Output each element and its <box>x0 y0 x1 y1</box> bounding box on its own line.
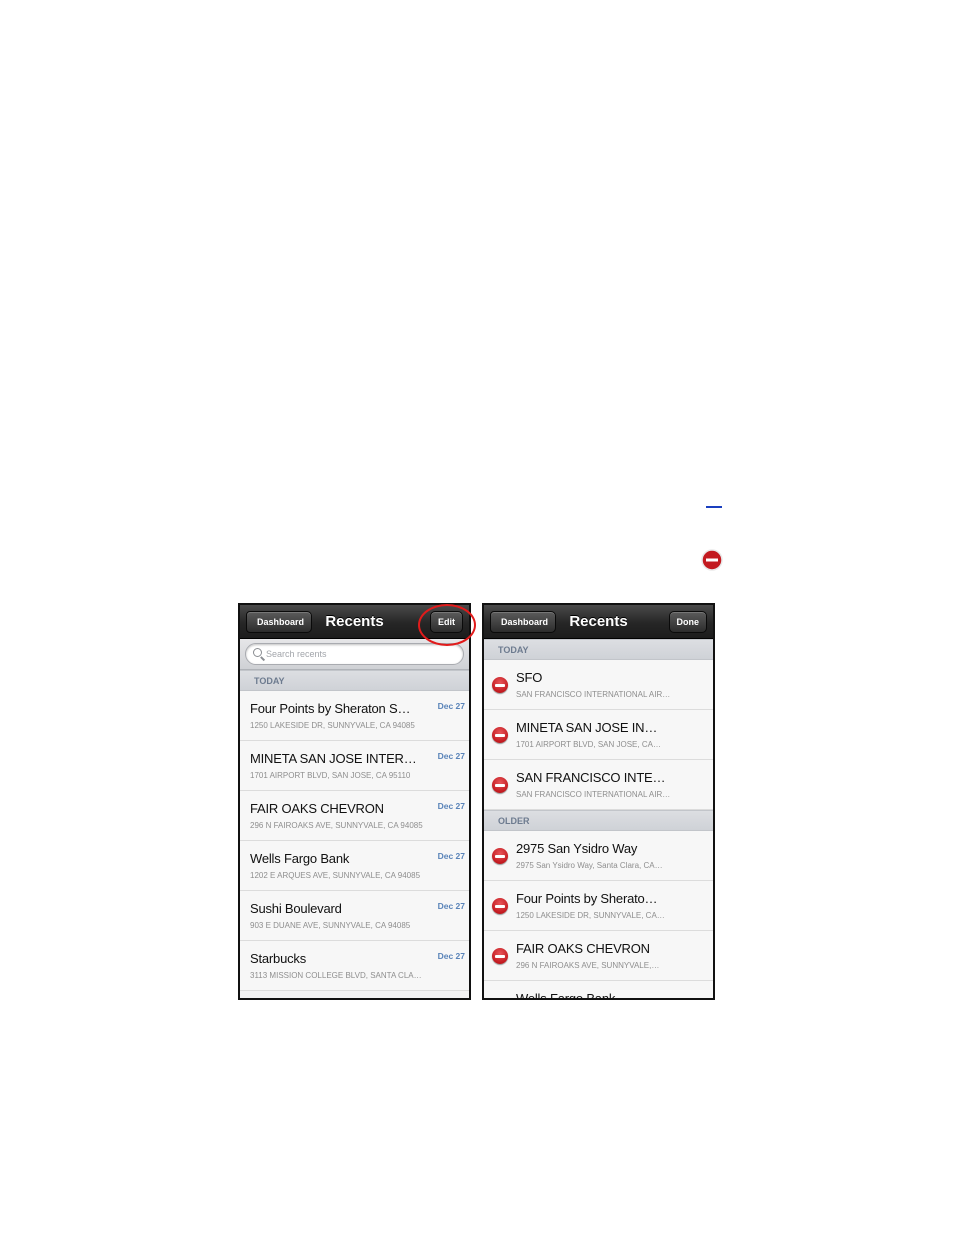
row-address: 296 N FAIROAKS AVE, SUNNYVALE,… <box>516 961 660 970</box>
edit-button[interactable]: Edit <box>430 611 463 633</box>
recent-row[interactable]: Wells Fargo Bank <box>484 981 713 1000</box>
delete-minus-icon[interactable] <box>492 848 508 864</box>
row-date: Dec 27 <box>437 701 465 711</box>
row-title: FAIR OAKS CHEVRON <box>516 941 650 956</box>
dashboard-back-button[interactable]: Dashboard <box>490 611 557 633</box>
recent-row[interactable]: Sushi Boulevard Dec 27 903 E DUANE AVE, … <box>240 891 469 941</box>
row-address: 1701 AIRPORT BLVD, SAN JOSE, CA 95110 <box>250 771 411 780</box>
recent-row[interactable]: FAIR OAKS CHEVRON Dec 27 296 N FAIROAKS … <box>240 791 469 841</box>
row-address: 1250 LAKESIDE DR, SUNNYVALE, CA… <box>516 911 665 920</box>
row-address: SAN FRANCISCO INTERNATIONAL AIR… <box>516 690 671 699</box>
row-address: SAN FRANCISCO INTERNATIONAL AIR… <box>516 790 671 799</box>
recent-row[interactable]: Wells Fargo Bank Dec 27 1202 E ARQUES AV… <box>240 841 469 891</box>
dashboard-back-button[interactable]: Dashboard <box>246 611 313 633</box>
nav-bar: Dashboard Recents Done <box>484 605 713 639</box>
row-title: Four Points by Sherato… <box>516 891 658 906</box>
recent-row[interactable]: Four Points by Sherato… 1250 LAKESIDE DR… <box>484 881 713 931</box>
recent-row[interactable]: MINETA SAN JOSE IN… 1701 AIRPORT BLVD, S… <box>484 710 713 760</box>
row-date: Dec 27 <box>437 901 465 911</box>
row-title: MINETA SAN JOSE INTER… <box>250 751 417 766</box>
row-title: Wells Fargo Bank <box>250 851 350 866</box>
delete-minus-icon[interactable] <box>492 948 508 964</box>
row-date: Dec 27 <box>437 851 465 861</box>
delete-minus-icon <box>701 549 723 571</box>
row-address: 2975 San Ysidro Way, Santa Clara, CA… <box>516 861 663 870</box>
row-title: FAIR OAKS CHEVRON <box>250 801 384 816</box>
row-title: Four Points by Sheraton S… <box>250 701 411 716</box>
recent-row[interactable]: SFO SAN FRANCISCO INTERNATIONAL AIR… <box>484 660 713 710</box>
row-date: Dec 27 <box>437 951 465 961</box>
recents-screen-normal: Dashboard Recents Edit TODAY Four Points… <box>238 603 471 1000</box>
row-title: SAN FRANCISCO INTE… <box>516 770 666 785</box>
search-icon <box>253 648 262 657</box>
row-address: 3113 MISSION COLLEGE BLVD, SANTA CLA… <box>250 971 422 980</box>
recent-row[interactable]: FAIR OAKS CHEVRON 296 N FAIROAKS AVE, SU… <box>484 931 713 981</box>
row-address: 1202 E ARQUES AVE, SUNNYVALE, CA 94085 <box>250 871 421 880</box>
section-header-today: TODAY <box>484 639 713 660</box>
delete-minus-icon[interactable] <box>492 998 508 1000</box>
row-title: Starbucks <box>250 951 307 966</box>
section-header-older: OLDER <box>484 810 713 831</box>
recent-row[interactable]: Starbucks Dec 27 3113 MISSION COLLEGE BL… <box>240 941 469 991</box>
nav-bar: Dashboard Recents Edit <box>240 605 469 639</box>
row-title: Wells Fargo Bank <box>516 991 616 1000</box>
hyperlink-underline[interactable] <box>706 506 722 508</box>
row-title: 2975 San Ysidro Way <box>516 841 638 856</box>
row-title: SFO <box>516 670 543 685</box>
search-bar <box>240 639 469 670</box>
row-address: 903 E DUANE AVE, SUNNYVALE, CA 94085 <box>250 921 411 930</box>
recent-row[interactable]: 2975 San Ysidro Way 2975 San Ysidro Way,… <box>484 831 713 881</box>
row-title: Sushi Boulevard <box>250 901 342 916</box>
delete-minus-icon[interactable] <box>492 777 508 793</box>
done-button[interactable]: Done <box>668 611 707 633</box>
row-address: 1250 LAKESIDE DR, SUNNYVALE, CA 94085 <box>250 721 415 730</box>
recent-row[interactable]: MINETA SAN JOSE INTER… Dec 27 1701 AIRPO… <box>240 741 469 791</box>
delete-minus-icon[interactable] <box>492 677 508 693</box>
search-field[interactable] <box>245 643 464 665</box>
delete-minus-icon[interactable] <box>492 727 508 743</box>
recent-row[interactable]: Four Points by Sheraton S… Dec 27 1250 L… <box>240 691 469 741</box>
row-date: Dec 27 <box>437 801 465 811</box>
row-address: 1701 AIRPORT BLVD, SAN JOSE, CA… <box>516 740 661 749</box>
search-input[interactable] <box>266 644 457 664</box>
delete-minus-icon[interactable] <box>492 898 508 914</box>
row-title: MINETA SAN JOSE IN… <box>516 720 658 735</box>
row-address: 296 N FAIROAKS AVE, SUNNYVALE, CA 94085 <box>250 821 423 830</box>
row-date: Dec 27 <box>437 751 465 761</box>
recents-screen-edit-mode: Dashboard Recents Done TODAY SFO SAN FRA… <box>482 603 715 1000</box>
recent-row[interactable]: SAN FRANCISCO INTE… SAN FRANCISCO INTERN… <box>484 760 713 810</box>
section-header-today: TODAY <box>240 670 469 691</box>
